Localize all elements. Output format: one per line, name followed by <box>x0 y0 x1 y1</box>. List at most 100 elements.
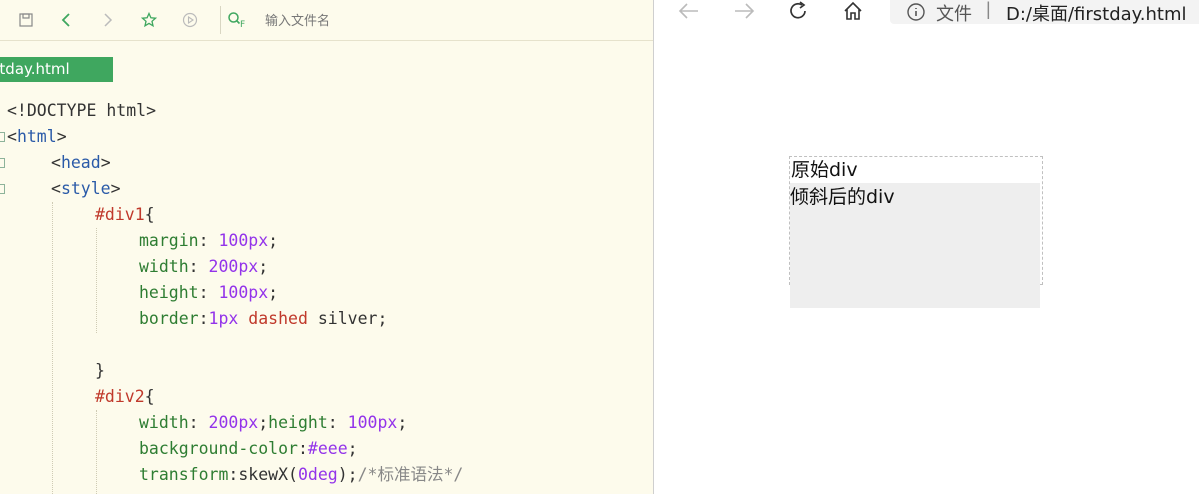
fold-marker[interactable] <box>0 184 5 194</box>
tag-token: style <box>60 179 111 198</box>
colon-token: : <box>188 413 209 432</box>
property-token: width <box>139 257 189 276</box>
semicolon-token: ; <box>268 283 279 302</box>
property-token: border <box>139 309 199 328</box>
tag-token: head <box>60 153 101 172</box>
arrow-left-icon[interactable] <box>676 0 702 22</box>
arrow-right-icon[interactable] <box>731 0 757 22</box>
editor-toolbar: F <box>0 0 653 41</box>
colon-token: : <box>198 309 209 328</box>
colon-token: : <box>297 439 308 458</box>
bracket-token: < <box>51 153 61 172</box>
number-token: #eee <box>307 439 348 458</box>
semicolon-token: ; <box>397 413 408 432</box>
value-token: dashed <box>248 309 308 328</box>
code-line: width: 200px; <box>139 254 268 280</box>
property-token: width <box>139 413 189 432</box>
fold-marker[interactable] <box>0 132 5 142</box>
code-line: <!DOCTYPE html> <box>7 98 156 124</box>
property-token: background-color <box>139 439 298 458</box>
fold-marker[interactable] <box>0 158 5 168</box>
code-line: <head> <box>51 150 111 176</box>
semicolon-token: ; <box>347 439 358 458</box>
file-search-box[interactable]: F <box>220 6 653 34</box>
comment-token: /*标准语法*/ <box>357 465 464 484</box>
number-token: 200px <box>208 413 259 432</box>
semicolon-token: ; <box>268 231 279 250</box>
bracket-token: > <box>110 179 121 198</box>
skewed-div: 倾斜后的div <box>790 183 1040 308</box>
browser-pane: 文件 | D:/桌面/firstday.html 原始div 倾斜后的div <box>653 0 1199 494</box>
indent-guide <box>96 228 97 333</box>
svg-text:F: F <box>240 20 245 30</box>
brace-token: { <box>144 387 155 406</box>
colon-token: : <box>228 465 239 484</box>
number-token: 200px <box>208 257 259 276</box>
bracket-token: < <box>51 179 61 198</box>
number-token: 1px <box>208 309 239 328</box>
code-line: #div1{ <box>95 202 155 228</box>
value-token: silver; <box>307 309 388 328</box>
search-input[interactable] <box>263 10 627 32</box>
selector-token: #div1 <box>95 205 145 224</box>
semicolon-token: ; <box>258 257 269 276</box>
property-token: margin <box>139 231 199 250</box>
code-line: margin: 100px; <box>139 228 278 254</box>
colon-token: : <box>198 283 219 302</box>
code-line: height: 100px; <box>139 280 278 306</box>
bracket-token: < <box>7 127 17 146</box>
property-token: height <box>268 413 328 432</box>
number-token: 100px <box>218 231 269 250</box>
address-label: 文件 <box>936 4 972 25</box>
brace-token: { <box>144 205 155 224</box>
chevron-right-icon[interactable] <box>97 10 117 30</box>
code-line: #div2{ <box>95 384 155 410</box>
address-bar[interactable]: 文件 | D:/桌面/firstday.html <box>890 0 1199 26</box>
colon-token: : <box>188 257 209 276</box>
browser-toolbar: 文件 | D:/桌面/firstday.html <box>654 0 1199 30</box>
address-url[interactable]: D:/桌面/firstday.html <box>1006 0 1187 26</box>
number-token: 0deg <box>297 465 338 484</box>
number-token: 100px <box>347 413 398 432</box>
bracket-token: > <box>100 153 111 172</box>
selector-token: #div2 <box>95 387 145 406</box>
code-editor-pane: F firstday.html <!DOCTYPE html> <html> <… <box>0 0 653 494</box>
function-close-token: ); <box>337 465 358 484</box>
property-token: transform <box>139 465 229 484</box>
code-line: transform:skewX(0deg);/*标准语法*/ <box>139 462 463 488</box>
skewed-div-text: 倾斜后的div <box>790 186 895 208</box>
tab-label: firstday.html <box>0 60 70 78</box>
star-icon[interactable] <box>139 10 159 30</box>
home-icon[interactable] <box>840 0 866 22</box>
number-token: 100px <box>218 283 269 302</box>
code-line: } <box>95 358 105 384</box>
save-icon[interactable] <box>16 10 36 30</box>
code-line: border:1px dashed silver; <box>139 306 387 332</box>
code-line: <html> <box>7 124 67 150</box>
code-line: width: 200px;height: 100px; <box>139 410 407 436</box>
brace-token: } <box>95 361 105 380</box>
code-line: <style> <box>51 176 121 202</box>
property-token: height <box>139 283 199 302</box>
tab-firstday-html[interactable]: firstday.html <box>0 57 113 82</box>
search-file-icon: F <box>227 10 249 30</box>
play-icon[interactable] <box>180 10 200 30</box>
tag-token: html <box>16 127 57 146</box>
colon-token: : <box>327 413 348 432</box>
colon-token: : <box>198 231 219 250</box>
doctype-token: <!DOCTYPE html> <box>7 101 157 120</box>
chevron-left-icon[interactable] <box>57 10 77 30</box>
page-viewport: 原始div 倾斜后的div <box>654 30 1199 494</box>
function-token: skewX( <box>238 465 298 484</box>
bracket-token: > <box>56 127 67 146</box>
info-icon[interactable] <box>906 2 926 22</box>
refresh-icon[interactable] <box>786 0 812 22</box>
original-div-text: 原始div <box>791 159 858 181</box>
code-area[interactable]: <!DOCTYPE html> <html> <head> <style> #d… <box>0 98 653 494</box>
code-line: background-color:#eee; <box>139 436 358 462</box>
semicolon-token: ; <box>258 413 269 432</box>
indent-guide <box>52 202 53 494</box>
address-separator: | <box>986 0 991 19</box>
indent-guide <box>96 410 97 494</box>
